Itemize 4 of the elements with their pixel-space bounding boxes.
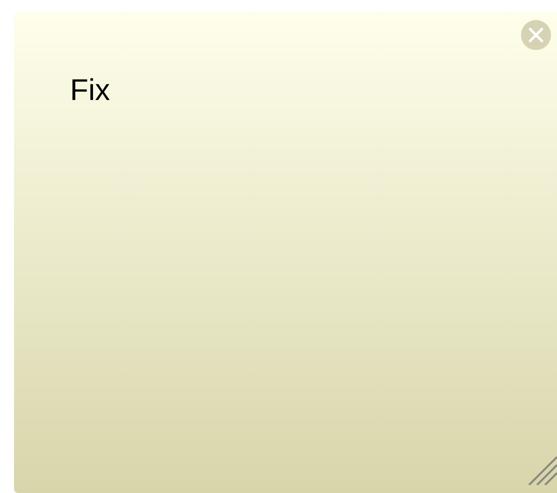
note-text[interactable]: Fix <box>70 74 110 107</box>
resize-grip-icon[interactable] <box>527 455 557 485</box>
close-icon <box>528 27 544 43</box>
close-button[interactable] <box>521 20 551 50</box>
